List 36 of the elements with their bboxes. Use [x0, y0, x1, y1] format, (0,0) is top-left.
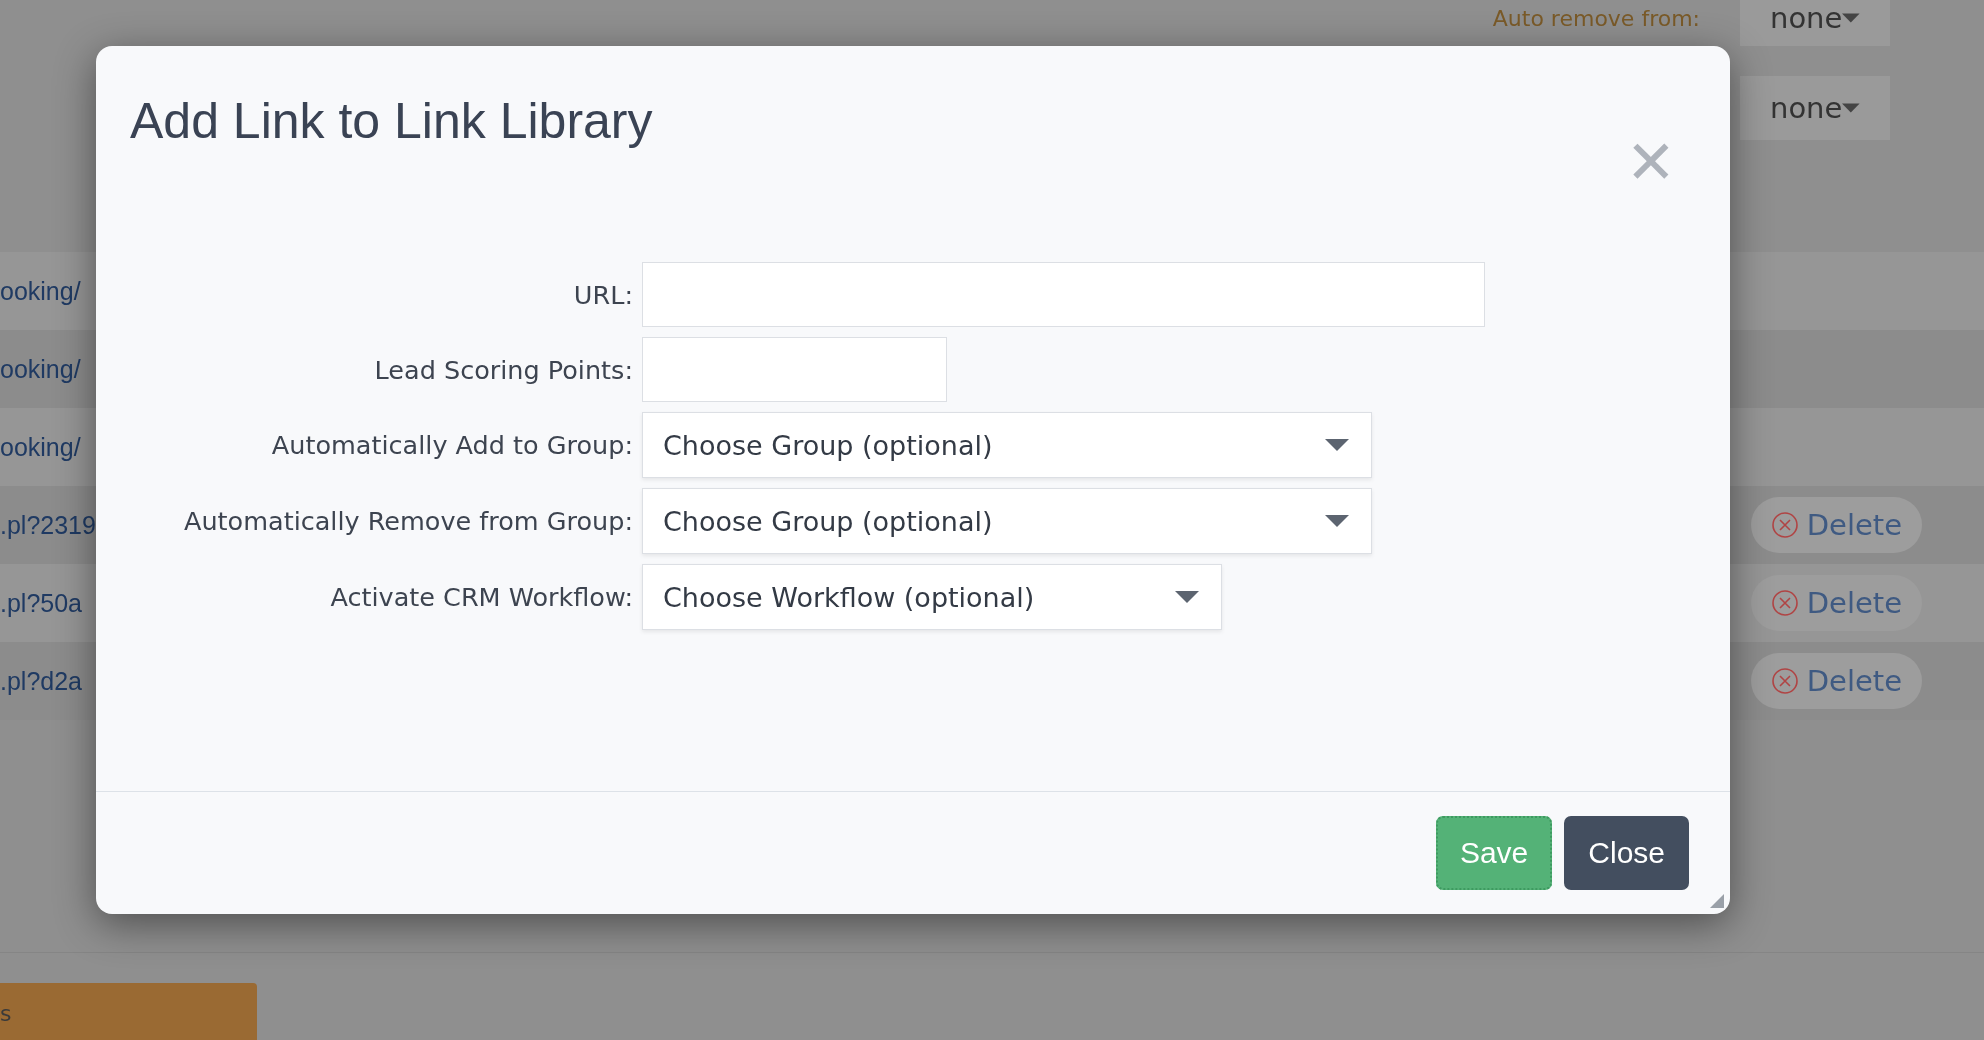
input-field[interactable] — [642, 337, 947, 402]
bottom-tab-button[interactable]: s — [0, 983, 257, 1040]
field-label: Lead Scoring Points: — [373, 354, 633, 385]
group-select[interactable]: Choose Group (optional) — [642, 412, 1372, 478]
caret-icon — [1175, 591, 1199, 603]
row-link[interactable]: .pl?50a — [0, 588, 83, 618]
caret-icon — [1842, 102, 1860, 114]
caret-icon — [1842, 12, 1860, 24]
caret-icon — [1325, 515, 1349, 527]
row-link[interactable]: ooking/ — [0, 432, 81, 462]
caret-icon — [1325, 439, 1349, 451]
field-label: Activate CRM Workflow: — [329, 582, 633, 612]
delete-button[interactable]: Delete — [1750, 653, 1922, 709]
input-field[interactable] — [642, 262, 1485, 327]
delete-button[interactable]: Delete — [1750, 497, 1922, 553]
row-link[interactable]: ooking/ — [0, 276, 81, 306]
none-dropdown[interactable]: none — [1740, 76, 1890, 140]
none-dropdown[interactable]: none — [1740, 0, 1890, 46]
close-circle-icon — [1770, 589, 1799, 617]
auto-remove-label: Auto remove from: — [1492, 5, 1700, 31]
group-select[interactable]: Choose Workflow (optional) — [642, 564, 1222, 630]
delete-button[interactable]: Delete — [1750, 575, 1922, 631]
field-label: Automatically Add to Group: — [270, 430, 633, 460]
dialog-title: Add Link to Link Library — [130, 92, 653, 150]
close-circle-icon — [1770, 511, 1799, 539]
save-button[interactable]: Save — [1435, 816, 1553, 890]
close-circle-icon — [1770, 667, 1799, 695]
close-button[interactable]: ✕ — [1625, 132, 1676, 192]
row-link[interactable]: .pl?2319 — [0, 510, 96, 540]
row-link[interactable]: .pl?d2a — [0, 666, 83, 696]
resize-grip-icon[interactable] — [1710, 894, 1724, 908]
row-link[interactable]: ooking/ — [0, 354, 81, 384]
field-label: Automatically Remove from Group: — [182, 506, 633, 536]
group-select[interactable]: Choose Group (optional) — [642, 488, 1372, 554]
field-label: URL: — [572, 279, 633, 310]
close-dialog-button[interactable]: Close — [1564, 816, 1689, 890]
